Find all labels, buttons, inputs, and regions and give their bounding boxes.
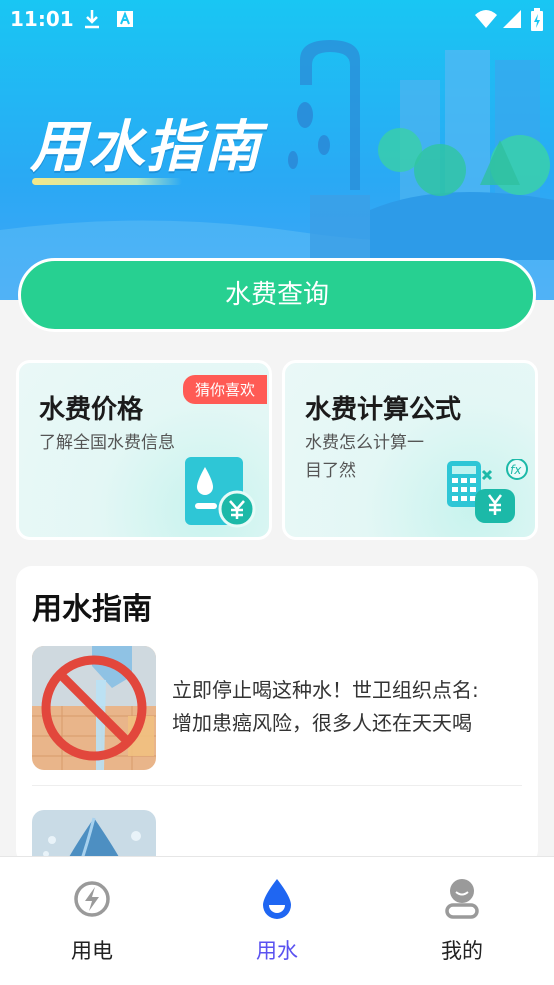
card-subtitle-line: 目了然 <box>305 461 356 481</box>
app-notification-icon <box>117 11 133 27</box>
status-bar: 11:01 <box>0 0 554 40</box>
article-title-line: 增加患癌风险，很多人还在天天喝 <box>172 711 472 735</box>
tab-water[interactable]: 用水 <box>185 857 369 985</box>
tab-electricity[interactable]: 用电 <box>0 857 184 985</box>
download-icon <box>85 10 99 29</box>
card-title: 水费计算公式 <box>305 395 462 425</box>
svg-text:fx: fx <box>510 463 522 477</box>
section-title: 用水指南 <box>32 592 152 627</box>
signal-icon <box>503 10 521 28</box>
status-time: 11:01 <box>10 7 74 31</box>
card-subtitle: 水费怎么计算一 目了然 <box>305 429 424 485</box>
bottom-tab-bar: 用电 用水 我的 <box>0 856 554 985</box>
water-drop-icon <box>263 879 291 919</box>
water-price-card[interactable]: 猜你喜欢 水费价格 了解全国水费信息 <box>16 360 272 540</box>
hero-title-underline <box>32 178 182 185</box>
hero-banner: 11:01 用水指南 <box>0 0 554 300</box>
user-icon <box>445 879 479 919</box>
battery-icon <box>531 8 543 31</box>
water-price-icon <box>185 457 256 528</box>
tab-label: 用水 <box>256 939 298 963</box>
card-subtitle: 了解全国水费信息 <box>39 433 175 453</box>
fee-formula-card[interactable]: 水费计算公式 水费怎么计算一 目了然 fx <box>282 360 538 540</box>
water-guide-section: 用水指南 立即停止喝这种水！世卫组织点名: 增加患癌风险，很多人还在天天喝 <box>16 566 538 866</box>
article-thumbnail <box>32 646 156 770</box>
lightning-icon <box>74 881 110 917</box>
water-fee-query-button[interactable]: 水费查询 <box>18 258 536 332</box>
article-title-line: 立即停止喝这种水！世卫组织点名: <box>172 678 479 702</box>
tab-label: 用电 <box>71 939 113 963</box>
tab-label: 我的 <box>441 939 483 963</box>
tab-profile[interactable]: 我的 <box>370 857 554 985</box>
hero-title: 用水指南 <box>30 115 262 180</box>
divider <box>32 785 522 786</box>
card-subtitle-line: 水费怎么计算一 <box>305 433 424 453</box>
wifi-icon <box>475 10 497 28</box>
card-title: 水费价格 <box>39 395 144 425</box>
article-title: 立即停止喝这种水！世卫组织点名: 增加患癌风险，很多人还在天天喝 <box>172 674 522 740</box>
recommend-tag: 猜你喜欢 <box>182 375 267 404</box>
article-item[interactable]: 立即停止喝这种水！世卫组织点名: 增加患癌风险，很多人还在天天喝 <box>32 646 522 770</box>
calculator-icon: fx <box>447 459 528 523</box>
